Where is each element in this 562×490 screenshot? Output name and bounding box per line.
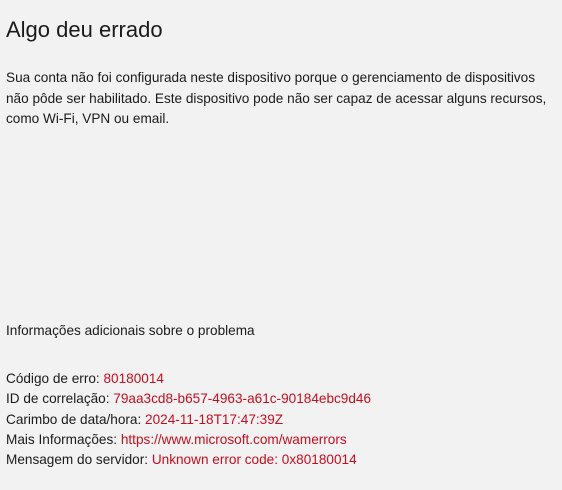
detail-row-error-code: Código de erro: 80180014 <box>6 369 558 389</box>
detail-row-timestamp: Carimbo de data/hora: 2024-11-18T17:47:3… <box>6 410 558 430</box>
timestamp-label: Carimbo de data/hora: <box>6 411 142 427</box>
timestamp-value: 2024-11-18T17:47:39Z <box>145 411 284 427</box>
more-info-label: Mais Informações: <box>6 431 118 447</box>
detail-row-correlation-id: ID de correlação: 79aa3cd8-b657-4963-a61… <box>6 389 558 409</box>
server-message-label: Mensagem do servidor: <box>6 452 149 468</box>
more-info-link[interactable]: https://www.microsoft.com/wamerrors <box>121 432 347 447</box>
additional-info-heading: Informações adicionais sobre o problema <box>6 323 255 338</box>
detail-row-more-info: Mais Informações: https://www.microsoft.… <box>6 430 558 450</box>
error-details: Código de erro: 80180014 ID de correlaçã… <box>6 369 558 470</box>
error-code-value: 80180014 <box>103 371 164 386</box>
error-message: Sua conta não foi configurada neste disp… <box>6 70 547 126</box>
detail-row-server-message: Mensagem do servidor: Unknown error code… <box>6 450 558 470</box>
correlation-id-value: 79aa3cd8-b657-4963-a61c-90184ebc9d46 <box>113 391 372 407</box>
page-title: Algo deu errado <box>6 17 163 42</box>
server-message-value: Unknown error code: 0x80180014 <box>151 452 357 468</box>
error-code-label: Código de erro: <box>6 371 100 386</box>
correlation-id-label: ID de correlação: <box>6 391 110 407</box>
